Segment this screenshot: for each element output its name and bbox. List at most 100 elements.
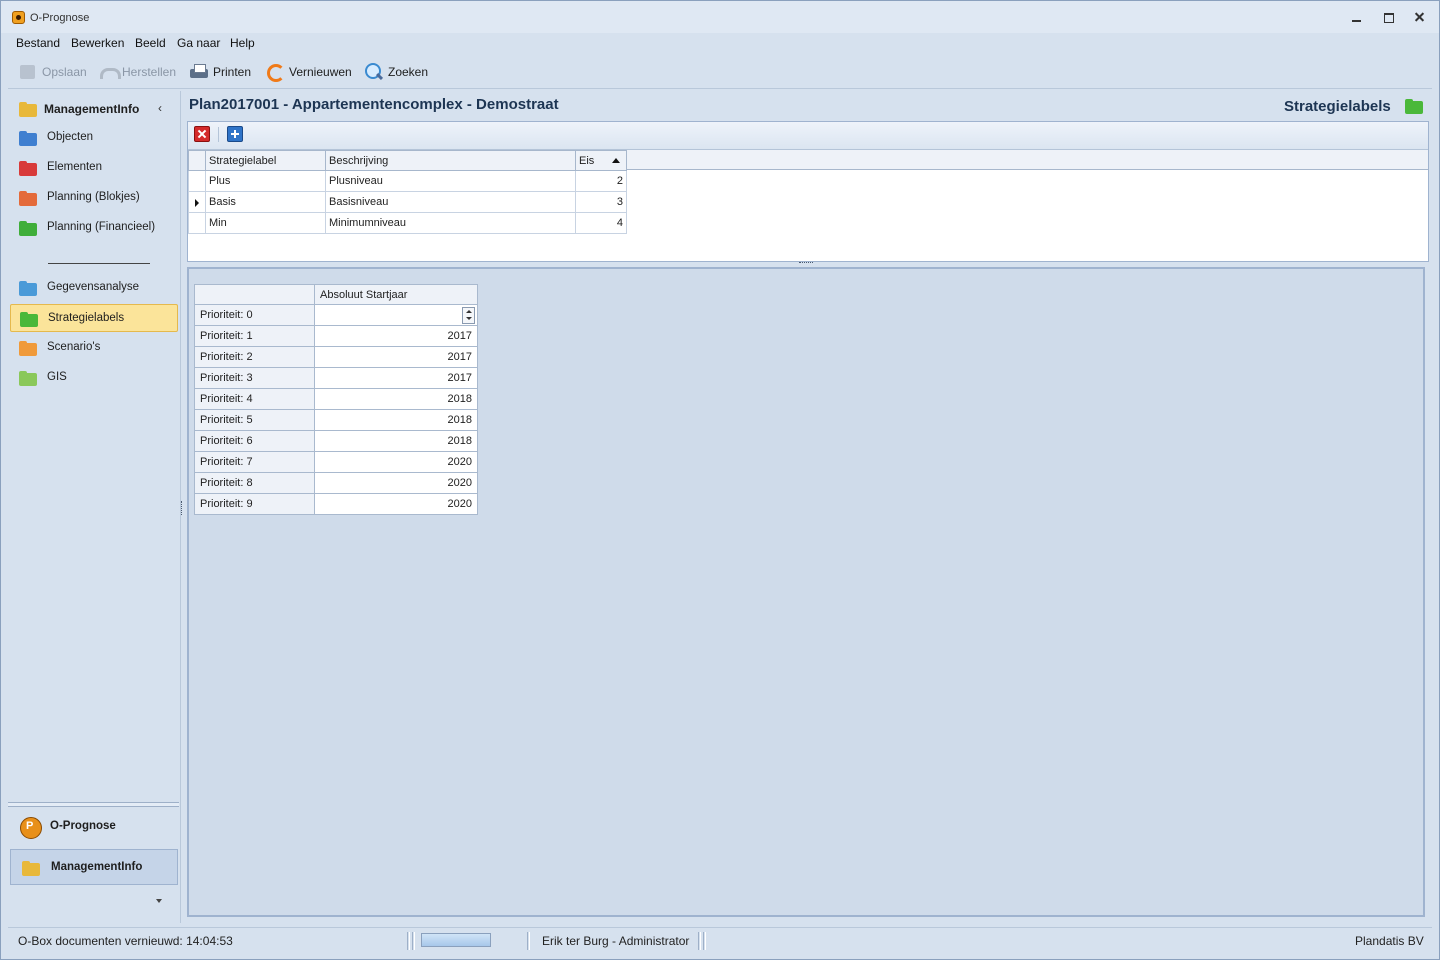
nav-item-label: Scenario's bbox=[47, 341, 101, 353]
nav-item-strategielabels[interactable]: Strategielabels bbox=[10, 304, 178, 332]
cell-beschrijving[interactable]: Basisniveau bbox=[325, 191, 576, 213]
minimize-button[interactable] bbox=[1349, 9, 1365, 25]
cell-strategielabel[interactable]: Min bbox=[205, 212, 326, 234]
table-row[interactable]: Prioriteit: 8 2020 bbox=[194, 472, 478, 494]
corner-header bbox=[194, 284, 315, 305]
table-row[interactable]: Min Minimumniveau 4 bbox=[188, 212, 627, 234]
table-row[interactable]: Prioriteit: 3 2017 bbox=[194, 367, 478, 389]
maximize-button[interactable] bbox=[1381, 9, 1397, 25]
start-year-cell[interactable]: 2018 bbox=[314, 409, 478, 431]
nav-item-elementen[interactable]: Elementen bbox=[10, 154, 178, 182]
close-button[interactable] bbox=[1412, 9, 1428, 25]
print-label: Printen bbox=[213, 65, 252, 79]
nav-item-gegevensanalyse[interactable]: Gegevensanalyse bbox=[10, 274, 178, 302]
printer-icon bbox=[189, 62, 209, 82]
cell-beschrijving[interactable]: Plusniveau bbox=[325, 170, 576, 192]
progress-bar bbox=[421, 933, 491, 947]
menu-bestand[interactable]: Bestand bbox=[16, 36, 60, 50]
start-year-editor[interactable] bbox=[314, 304, 478, 326]
row-indicator[interactable] bbox=[188, 212, 206, 234]
collapse-pane-icon[interactable]: ‹ bbox=[158, 101, 162, 115]
nav-item-scenarios[interactable]: Scenario's bbox=[10, 334, 178, 362]
status-user: Erik ter Burg - Administrator bbox=[542, 934, 690, 948]
add-row-button[interactable] bbox=[227, 126, 243, 142]
restore-label: Herstellen bbox=[122, 65, 177, 79]
configure-buttons-icon[interactable] bbox=[156, 899, 162, 903]
start-year-cell[interactable]: 2018 bbox=[314, 430, 478, 452]
table-row[interactable]: Prioriteit: 0 bbox=[194, 304, 478, 326]
nav-item-planning-blokjes[interactable]: Planning (Blokjes) bbox=[10, 184, 178, 212]
cell-eis[interactable]: 3 bbox=[575, 191, 627, 213]
search-icon bbox=[364, 62, 384, 82]
cell-beschrijving[interactable]: Minimumniveau bbox=[325, 212, 576, 234]
start-year-cell[interactable]: 2020 bbox=[314, 493, 478, 515]
menu-beeld[interactable]: Beeld bbox=[135, 36, 166, 50]
column-header-eis-label: Eis bbox=[579, 154, 595, 167]
start-year-cell[interactable]: 2017 bbox=[314, 325, 478, 347]
menu-ga-naar[interactable]: Ga naar bbox=[177, 36, 220, 50]
pane-splitter-handle[interactable] bbox=[181, 501, 183, 515]
nav-item-label: Objecten bbox=[47, 131, 94, 143]
start-year-cell[interactable]: 2020 bbox=[314, 472, 478, 494]
spin-buttons-icon[interactable] bbox=[462, 306, 475, 324]
splitter-grip[interactable] bbox=[799, 262, 813, 264]
nav-item-gis[interactable]: GIS bbox=[10, 364, 178, 392]
column-header-strategielabel[interactable]: Strategielabel bbox=[205, 150, 326, 171]
nav-item-label: Strategielabels bbox=[48, 312, 125, 324]
database-icon bbox=[18, 278, 38, 298]
row-indicator[interactable] bbox=[188, 191, 206, 213]
row-indicator[interactable] bbox=[188, 170, 206, 192]
start-year-cell[interactable]: 2018 bbox=[314, 388, 478, 410]
print-button[interactable]: Printen bbox=[189, 61, 251, 83]
column-header-eis[interactable]: Eis bbox=[575, 150, 627, 171]
cell-eis[interactable]: 4 bbox=[575, 212, 627, 234]
nav-header-title: ManagementInfo bbox=[44, 102, 140, 116]
o-prognose-icon bbox=[20, 817, 42, 839]
table-row[interactable]: Plus Plusniveau 2 bbox=[188, 170, 627, 192]
delete-row-button[interactable] bbox=[194, 126, 210, 142]
cell-strategielabel[interactable]: Plus bbox=[205, 170, 326, 192]
toolbar-separator bbox=[218, 127, 219, 142]
cell-eis[interactable]: 2 bbox=[575, 170, 627, 192]
table-row[interactable]: Prioriteit: 4 2018 bbox=[194, 388, 478, 410]
save-icon bbox=[18, 62, 38, 82]
start-year-cell[interactable]: 2017 bbox=[314, 346, 478, 368]
table-row[interactable]: Prioriteit: 1 2017 bbox=[194, 325, 478, 347]
nav-pane-splitter[interactable] bbox=[8, 802, 179, 807]
start-year-cell[interactable]: 2020 bbox=[314, 451, 478, 473]
table-row[interactable]: Prioriteit: 7 2020 bbox=[194, 451, 478, 473]
nav-item-objecten[interactable]: Objecten bbox=[10, 124, 178, 152]
refresh-button[interactable]: Vernieuwen bbox=[265, 61, 352, 83]
table-row[interactable]: Prioriteit: 2 2017 bbox=[194, 346, 478, 368]
module-o-prognose[interactable]: O-Prognose bbox=[10, 809, 178, 845]
column-header-absoluut-startjaar[interactable]: Absoluut Startjaar bbox=[314, 284, 478, 305]
status-separator bbox=[407, 932, 410, 950]
status-company: Plandatis BV bbox=[1355, 934, 1424, 948]
column-header-beschrijving[interactable]: Beschrijving bbox=[325, 150, 576, 171]
module-managementinfo[interactable]: ManagementInfo bbox=[10, 849, 178, 885]
cell-strategielabel[interactable]: Basis bbox=[205, 191, 326, 213]
grid-toolbar bbox=[188, 122, 1428, 150]
section-title: Strategielabels bbox=[1284, 98, 1391, 115]
table-row[interactable]: Prioriteit: 9 2020 bbox=[194, 493, 478, 515]
save-button[interactable]: Opslaan bbox=[18, 61, 87, 83]
nav-header: ManagementInfo ‹ bbox=[8, 97, 181, 121]
search-button[interactable]: Zoeken bbox=[364, 61, 428, 83]
table-row[interactable]: Prioriteit: 6 2018 bbox=[194, 430, 478, 452]
table-row[interactable]: Basis Basisniveau 3 bbox=[188, 191, 627, 213]
start-year-cell[interactable]: 2017 bbox=[314, 367, 478, 389]
table-row[interactable]: Prioriteit: 5 2018 bbox=[194, 409, 478, 431]
refresh-icon bbox=[265, 62, 285, 82]
nav-separator bbox=[48, 263, 150, 264]
app-window: O-Prognose Bestand Bewerken Beeld Ga naa… bbox=[0, 0, 1440, 960]
row-header: Prioriteit: 0 bbox=[194, 304, 315, 326]
restore-button[interactable]: Herstellen bbox=[98, 61, 176, 83]
folder-blue-icon bbox=[18, 128, 38, 148]
status-bar: O-Box documenten vernieuwd: 14:04:53 Eri… bbox=[8, 927, 1432, 953]
menu-help[interactable]: Help bbox=[230, 36, 255, 50]
row-header: Prioriteit: 2 bbox=[194, 346, 315, 368]
nav-item-planning-financieel[interactable]: Planning (Financieel) bbox=[10, 214, 178, 242]
priority-panel: Absoluut Startjaar Prioriteit: 0 Priorit… bbox=[187, 267, 1425, 917]
menu-bewerken[interactable]: Bewerken bbox=[71, 36, 124, 50]
strategy-labels-table: Strategielabel Beschrijving Eis Plus Plu… bbox=[188, 150, 627, 234]
